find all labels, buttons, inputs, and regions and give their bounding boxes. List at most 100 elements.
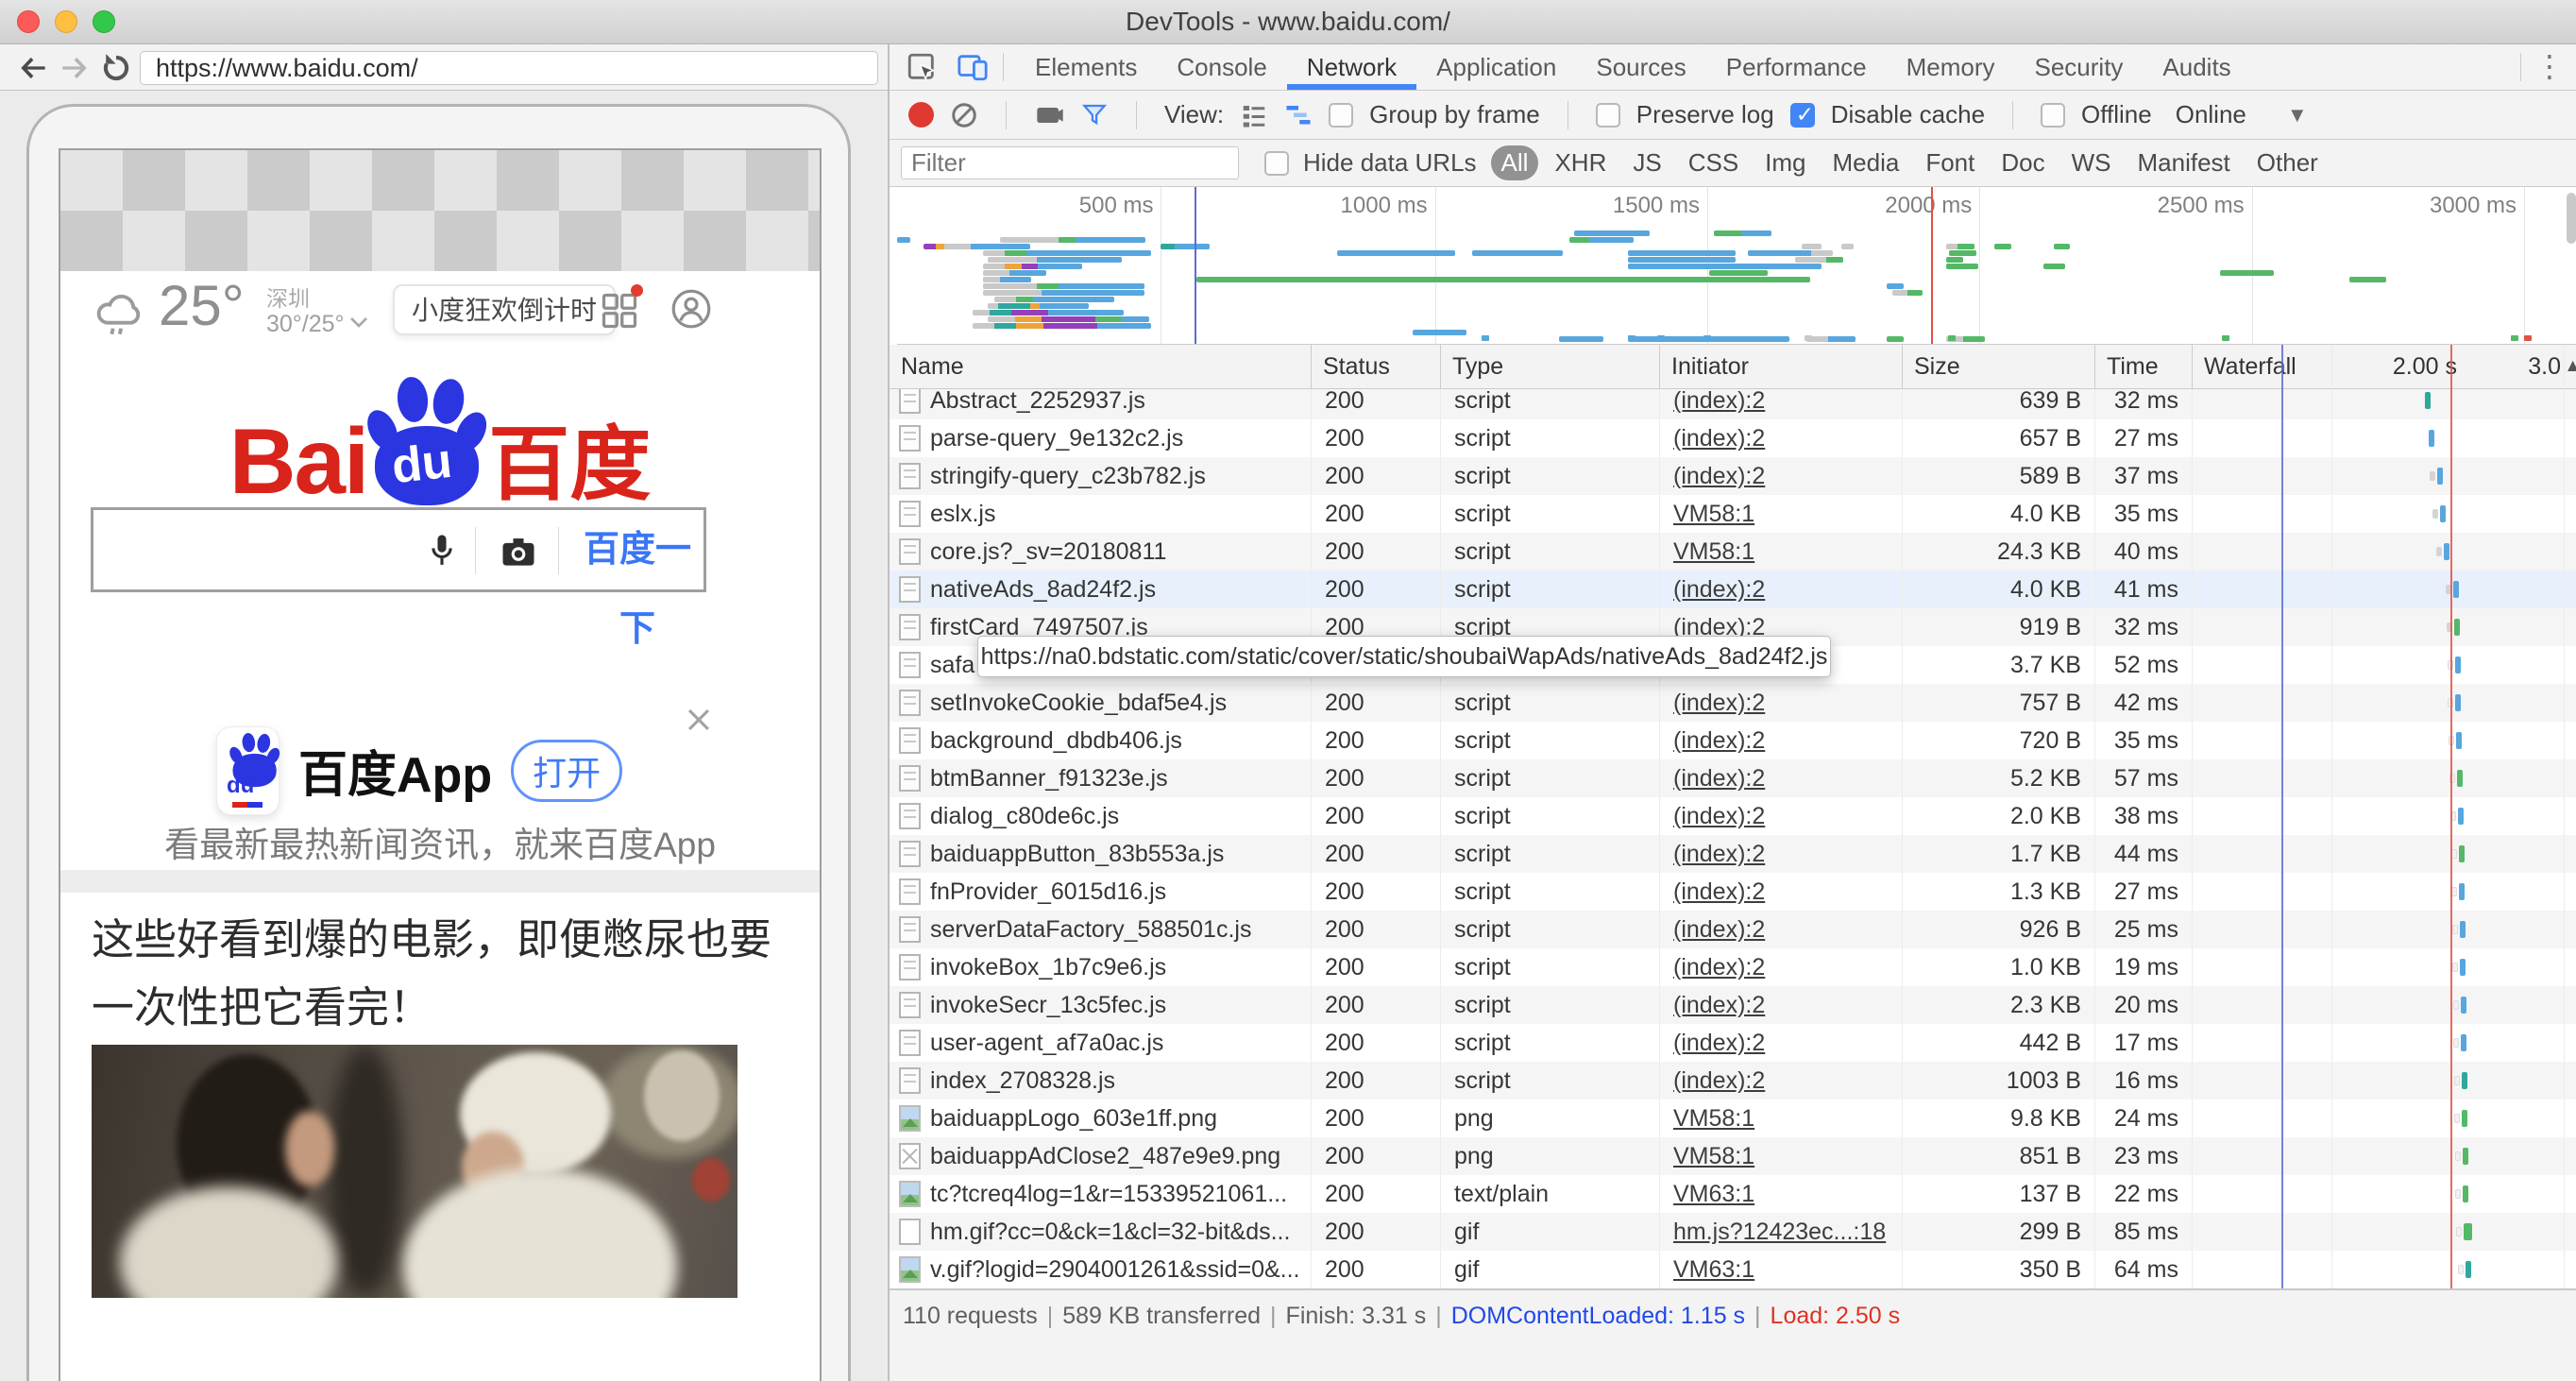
- filter-chip-doc[interactable]: Doc: [1991, 145, 2055, 180]
- table-row[interactable]: invokeBox_1b7c9e6.js 200 script (index):2 1.…: [890, 948, 2576, 986]
- preserve-log-checkbox[interactable]: [1595, 102, 1620, 128]
- filter-chip-img[interactable]: Img: [1754, 145, 1816, 180]
- tab-application[interactable]: Application: [1416, 44, 1576, 90]
- table-row[interactable]: fnProvider_6015d16.js 200 script (index):2 1…: [890, 873, 2576, 911]
- table-row[interactable]: serverDataFactory_588501c.js 200 script (in…: [890, 911, 2576, 948]
- initiator-link[interactable]: VM63:1: [1673, 1256, 1754, 1283]
- view-list-icon[interactable]: [1240, 101, 1268, 129]
- search-box[interactable]: 百度一下: [91, 507, 706, 649]
- disable-cache-label[interactable]: Disable cache: [1831, 100, 1985, 129]
- initiator-link[interactable]: VM58:1: [1673, 1143, 1754, 1169]
- table-row[interactable]: core.js?_sv=20180811 200 script VM58:1 24.3 …: [890, 533, 2576, 571]
- tab-network[interactable]: Network: [1287, 44, 1416, 90]
- table-row[interactable]: invokeSecr_13c5fec.js 200 script (index):2 2…: [890, 986, 2576, 1024]
- filter-chip-manifest[interactable]: Manifest: [2127, 145, 2241, 180]
- close-icon[interactable]: [683, 704, 715, 736]
- initiator-link[interactable]: (index):2: [1673, 765, 1765, 792]
- initiator-link[interactable]: (index):2: [1673, 576, 1765, 603]
- table-row[interactable]: setInvokeCookie_bdaf5e4.js 200 script (inde…: [890, 684, 2576, 722]
- filter-input[interactable]: [901, 146, 1239, 179]
- filter-chip-other[interactable]: Other: [2246, 145, 2329, 180]
- table-row[interactable]: tc?tcreq4log=1&r=15339521061... 200 text/p…: [890, 1175, 2576, 1213]
- tab-security[interactable]: Security: [2015, 44, 2144, 90]
- initiator-link[interactable]: (index):2: [1673, 389, 1765, 414]
- filter-chip-css[interactable]: CSS: [1678, 145, 1749, 180]
- initiator-link[interactable]: hm.js?12423ec...:18: [1673, 1219, 1886, 1245]
- kebab-menu-icon[interactable]: ⋮: [2533, 48, 2567, 84]
- initiator-link[interactable]: VM58:1: [1673, 1105, 1754, 1132]
- initiator-link[interactable]: (index):2: [1673, 425, 1765, 452]
- column-header-time[interactable]: Time: [2095, 345, 2193, 388]
- ad-headline[interactable]: 这些好看到爆的电影，即便憋尿也要一次性把它看完！: [92, 906, 781, 1042]
- view-waterfall-icon[interactable]: [1284, 101, 1313, 129]
- tab-sources[interactable]: Sources: [1576, 44, 1705, 90]
- table-row[interactable]: baiduappButton_83b553a.js 200 script (index…: [890, 835, 2576, 873]
- hide-data-urls-checkbox[interactable]: [1264, 150, 1289, 176]
- initiator-link[interactable]: (index):2: [1673, 878, 1765, 905]
- table-row[interactable]: v.gif?logid=2904001261&ssid=0&... 200 gif V…: [890, 1251, 2576, 1288]
- filter-chip-font[interactable]: Font: [1915, 145, 1985, 180]
- weather-temp[interactable]: 25°: [159, 273, 245, 338]
- open-app-button[interactable]: 打开: [511, 739, 623, 802]
- table-row[interactable]: eslx.js 200 script VM58:1 4.0 KB 35 ms: [890, 495, 2576, 533]
- initiator-link[interactable]: VM63:1: [1673, 1181, 1754, 1207]
- tab-performance[interactable]: Performance: [1706, 44, 1887, 90]
- group-by-frame-label[interactable]: Group by frame: [1369, 100, 1540, 129]
- url-input[interactable]: [140, 51, 878, 85]
- filter-funnel-icon[interactable]: [1080, 101, 1109, 129]
- ad-movie-image[interactable]: [92, 1045, 737, 1298]
- column-header-status[interactable]: Status: [1312, 345, 1441, 388]
- initiator-link[interactable]: (index):2: [1673, 803, 1765, 829]
- network-overview[interactable]: 500 ms 1000 ms 1500 ms 2000 ms 2500 ms 3000 m…: [897, 187, 2576, 345]
- table-row[interactable]: baiduappAdClose2_487e9e9.png 200 png VM58:1…: [890, 1137, 2576, 1175]
- clear-icon[interactable]: [950, 101, 978, 129]
- initiator-link[interactable]: (index):2: [1673, 992, 1765, 1018]
- table-row[interactable]: nativeAds_8ad24f2.js 200 script (index):2 4.…: [890, 571, 2576, 608]
- camera-icon[interactable]: [498, 531, 539, 572]
- table-row[interactable]: Abstract_2252937.js 200 script (index):2 639…: [890, 389, 2576, 419]
- initiator-link[interactable]: (index):2: [1673, 1030, 1765, 1056]
- column-header-type[interactable]: Type: [1441, 345, 1660, 388]
- column-header-name[interactable]: Name: [890, 345, 1312, 388]
- initiator-link[interactable]: (index):2: [1673, 916, 1765, 943]
- initiator-link[interactable]: (index):2: [1673, 690, 1765, 716]
- table-row[interactable]: parse-query_9e132c2.js 200 script (index):2…: [890, 419, 2576, 457]
- column-header-waterfall[interactable]: Waterfall 2.00 s 3.0 ▲: [2193, 345, 2576, 388]
- search-button[interactable]: 百度一下: [571, 510, 703, 669]
- initiator-link[interactable]: (index):2: [1673, 841, 1765, 867]
- table-row[interactable]: index_2708328.js 200 script (index):2 1003 B…: [890, 1062, 2576, 1100]
- forward-icon[interactable]: [57, 50, 93, 86]
- filter-chip-js[interactable]: JS: [1622, 145, 1671, 180]
- inspect-element-icon[interactable]: [903, 48, 941, 86]
- group-by-frame-checkbox[interactable]: [1329, 102, 1354, 128]
- profile-icon[interactable]: [669, 286, 714, 332]
- tab-memory[interactable]: Memory: [1887, 44, 2015, 90]
- tab-audits[interactable]: Audits: [2143, 44, 2250, 90]
- table-row[interactable]: stringify-query_c23b782.js 200 script (inde…: [890, 457, 2576, 495]
- filter-chip-ws[interactable]: WS: [2061, 145, 2122, 180]
- device-toolbar-icon[interactable]: [954, 48, 991, 86]
- filter-chip-all[interactable]: All: [1490, 145, 1539, 180]
- dropdown-arrow-icon[interactable]: ▼: [2287, 103, 2308, 128]
- table-row[interactable]: baiduappLogo_603e1ff.png 200 png VM58:1 9.8 …: [890, 1100, 2576, 1137]
- table-row[interactable]: hm.gif?cc=0&ck=1&cl=32-bit&ds... 200 gif hm…: [890, 1213, 2576, 1251]
- filter-chip-xhr[interactable]: XHR: [1544, 145, 1617, 180]
- scrollbar-thumb[interactable]: [2567, 193, 2576, 244]
- screenshot-icon[interactable]: [1034, 100, 1064, 130]
- table-row[interactable]: user-agent_af7a0ac.js 200 script (index):2 4…: [890, 1024, 2576, 1062]
- throttling-select[interactable]: Online: [2176, 100, 2246, 129]
- initiator-link[interactable]: VM58:1: [1673, 501, 1754, 527]
- offline-checkbox[interactable]: [2041, 102, 2066, 128]
- filter-chip-media[interactable]: Media: [1822, 145, 1910, 180]
- offline-label[interactable]: Offline: [2081, 100, 2152, 129]
- countdown-bubble[interactable]: 小度狂欢倒计时: [393, 284, 617, 335]
- initiator-link[interactable]: (index):2: [1673, 954, 1765, 980]
- weather-city[interactable]: 深圳: [266, 281, 310, 313]
- table-row[interactable]: btmBanner_f91323e.js 200 script (index):2 5.…: [890, 759, 2576, 797]
- initiator-link[interactable]: VM58:1: [1673, 538, 1754, 565]
- initiator-link[interactable]: (index):2: [1673, 727, 1765, 754]
- tab-elements[interactable]: Elements: [1015, 44, 1157, 90]
- reload-icon[interactable]: [98, 50, 134, 86]
- chevron-down-icon[interactable]: [344, 307, 374, 337]
- mic-icon[interactable]: [422, 531, 462, 571]
